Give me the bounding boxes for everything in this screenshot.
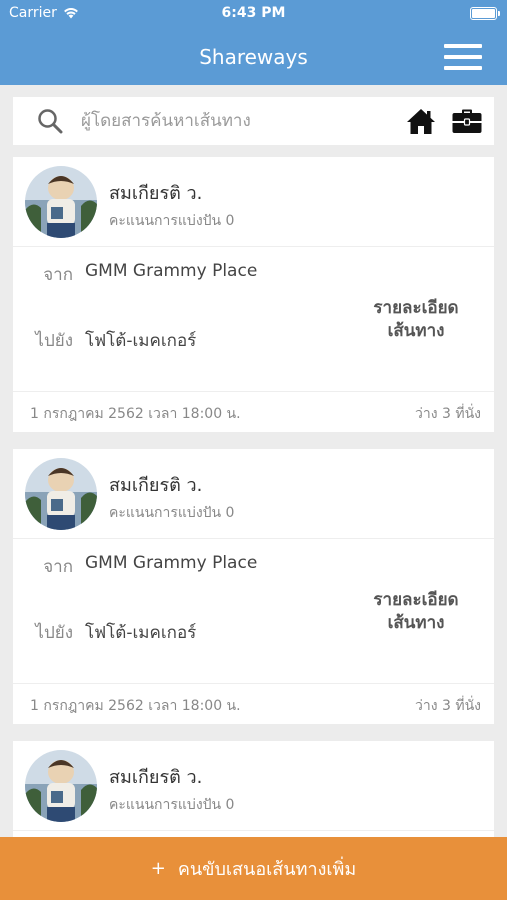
details-label-line2: เส้นทาง: [387, 613, 445, 633]
driver-name: สมเกียรติ ว.: [109, 475, 203, 496]
app-title: Shareways: [199, 45, 308, 69]
driver-header: สมเกียรติ ว. คะแนนการแบ่งปัน 0: [13, 449, 494, 539]
to-label: ไปยัง: [35, 331, 73, 351]
ride-footer: 1 กรกฎาคม 2562 เวลา 18:00 น. ว่าง 3 ที่น…: [13, 684, 494, 724]
hamburger-menu-icon[interactable]: [444, 44, 482, 70]
route-info: จาก GMM Grammy Place ไปยัง โฟโต้-เมคเกอร…: [13, 247, 494, 392]
battery-icon: [470, 7, 500, 20]
ride-card[interactable]: สมเกียรติ ว. คะแนนการแบ่งปัน 0 จาก GMM G…: [13, 157, 494, 432]
search-bar: [13, 97, 494, 145]
offer-route-button[interactable]: + คนขับเสนอเส้นทางเพิ่ม: [0, 837, 507, 900]
status-bar: Carrier 6:43 PM: [0, 0, 507, 28]
briefcase-icon[interactable]: [452, 109, 482, 134]
to-label: ไปยัง: [35, 623, 73, 643]
route-details-button[interactable]: รายละเอียด เส้นทาง: [364, 589, 468, 635]
from-value: GMM Grammy Place: [85, 553, 258, 573]
driver-score: คะแนนการแบ่งปัน 0: [109, 505, 235, 521]
details-label-line2: เส้นทาง: [387, 321, 445, 341]
driver-name: สมเกียรติ ว.: [109, 767, 203, 788]
search-icon: [38, 109, 63, 134]
departure-time: 1 กรกฎาคม 2562 เวลา 18:00 น.: [30, 406, 241, 422]
home-icon[interactable]: [406, 107, 436, 135]
offer-route-label: คนขับเสนอเส้นทางเพิ่ม: [177, 859, 357, 880]
available-seats: ว่าง 3 ที่นั่ง: [414, 698, 481, 714]
ride-card[interactable]: สมเกียรติ ว. คะแนนการแบ่งปัน 0: [13, 741, 494, 837]
ride-footer: 1 กรกฎาคม 2562 เวลา 18:00 น. ว่าง 3 ที่น…: [13, 392, 494, 432]
nav-bar: Shareways: [0, 28, 507, 85]
details-label-line1: รายละเอียด: [373, 590, 459, 610]
to-value: โฟโต้-เมคเกอร์: [85, 623, 197, 643]
route-from-row: จาก GMM Grammy Place: [31, 553, 257, 580]
details-label-line1: รายละเอียด: [373, 298, 459, 318]
from-label: จาก: [43, 557, 73, 577]
route-to-row: ไปยัง โฟโต้-เมคเกอร์: [31, 327, 196, 354]
available-seats: ว่าง 3 ที่นั่ง: [414, 406, 481, 422]
from-value: GMM Grammy Place: [85, 261, 258, 281]
driver-score: คะแนนการแบ่งปัน 0: [109, 797, 235, 813]
driver-score: คะแนนการแบ่งปัน 0: [109, 213, 235, 229]
driver-header: สมเกียรติ ว. คะแนนการแบ่งปัน 0: [13, 157, 494, 247]
route-details-button[interactable]: รายละเอียด เส้นทาง: [364, 297, 468, 343]
ride-card[interactable]: สมเกียรติ ว. คะแนนการแบ่งปัน 0 จาก GMM G…: [13, 449, 494, 724]
driver-avatar: [25, 750, 97, 822]
driver-header: สมเกียรติ ว. คะแนนการแบ่งปัน 0: [13, 741, 494, 831]
route-to-row: ไปยัง โฟโต้-เมคเกอร์: [31, 619, 196, 646]
departure-time: 1 กรกฎาคม 2562 เวลา 18:00 น.: [30, 698, 241, 714]
plus-icon: +: [150, 858, 166, 879]
driver-avatar: [25, 458, 97, 530]
from-label: จาก: [43, 265, 73, 285]
route-from-row: จาก GMM Grammy Place: [31, 261, 257, 288]
route-info: จาก GMM Grammy Place ไปยัง โฟโต้-เมคเกอร…: [13, 539, 494, 684]
to-value: โฟโต้-เมคเกอร์: [85, 331, 197, 351]
search-input[interactable]: [81, 107, 391, 135]
driver-name: สมเกียรติ ว.: [109, 183, 203, 204]
driver-avatar: [25, 166, 97, 238]
status-time: 6:43 PM: [221, 5, 286, 21]
